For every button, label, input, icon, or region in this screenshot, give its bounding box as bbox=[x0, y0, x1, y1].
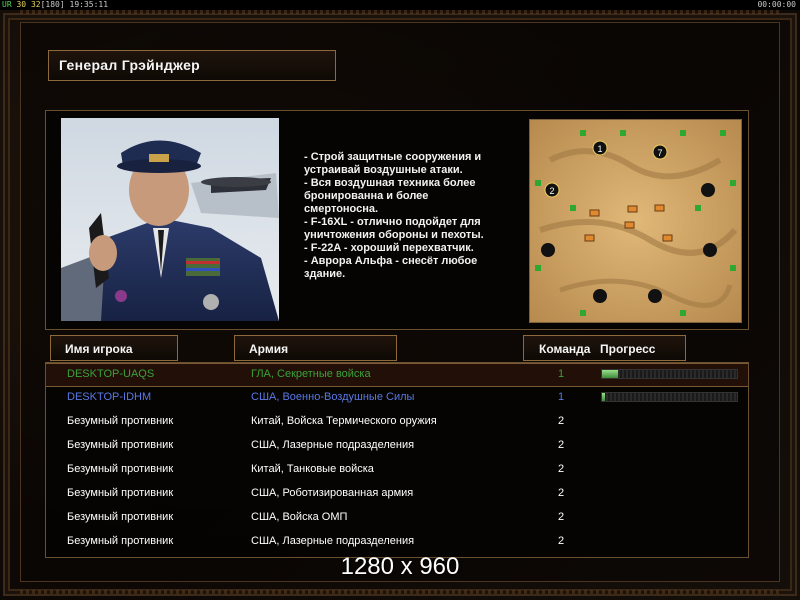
general-title: Генерал Грэйнджер bbox=[59, 57, 201, 73]
player-army: США, Войска ОМП bbox=[251, 511, 348, 523]
game-timer: 00:00:00 bbox=[757, 0, 796, 9]
fps-value-2: 32 bbox=[30, 0, 41, 9]
column-header-team-progress[interactable]: Команда Прогресс bbox=[523, 335, 686, 361]
description-line: уничтожения обороны и пехоты. bbox=[304, 229, 484, 241]
table-row[interactable]: Безумный противник Китай, Войска Термиче… bbox=[46, 411, 748, 435]
player-team: 2 bbox=[558, 511, 565, 523]
player-army: Китай, Танковые войска bbox=[251, 463, 374, 475]
player-name: Безумный противник bbox=[67, 415, 174, 427]
description-line: бронированна и более bbox=[304, 190, 429, 202]
column-header-team-label: Команда bbox=[539, 342, 591, 356]
table-row[interactable]: Безумный противник Китай, Танковые войск… bbox=[46, 459, 748, 483]
description-line: - F-16XL - отлично подойдет для bbox=[304, 216, 481, 228]
status-bar: UR 30 32[180] 19:35:11 00:00:00 bbox=[0, 0, 800, 10]
general-portrait bbox=[61, 118, 279, 321]
description-line: здание. bbox=[304, 268, 346, 280]
player-name: DESKTOP-IDHM bbox=[67, 391, 152, 403]
player-team: 2 bbox=[558, 487, 565, 499]
player-team: 1 bbox=[558, 391, 565, 403]
player-name: DESKTOP-UAQS bbox=[67, 368, 155, 380]
column-header-progress-label: Прогресс bbox=[600, 342, 656, 356]
map-start-label: 2 bbox=[549, 186, 554, 196]
table-row[interactable]: Безумный противник США, Роботизированная… bbox=[46, 483, 748, 507]
description-line: - Строй защитные сооружения и bbox=[304, 151, 482, 163]
player-team: 2 bbox=[558, 415, 565, 427]
column-header-army-label: Армия bbox=[249, 342, 289, 356]
table-row[interactable]: DESKTOP-UAQS ГЛА, Секретные войска 1 bbox=[46, 363, 748, 387]
player-team: 2 bbox=[558, 463, 565, 475]
column-header-player[interactable]: Имя игрока bbox=[50, 335, 178, 361]
bottom-decoration-strip bbox=[20, 590, 780, 594]
general-title-panel: Генерал Грэйнджер bbox=[48, 50, 336, 81]
player-army: Китай, Войска Термического оружия bbox=[251, 415, 437, 427]
player-name: Безумный противник bbox=[67, 535, 174, 547]
fps-readout: UR 30 32[180] 19:35:11 bbox=[2, 0, 108, 9]
map-start-label: 7 bbox=[657, 148, 662, 158]
clock: 19:35:11 bbox=[69, 0, 109, 9]
progress-bar bbox=[601, 392, 738, 402]
player-team: 2 bbox=[558, 535, 565, 547]
description-line: - Аврора Альфа - снесёт любое bbox=[304, 255, 478, 267]
description-line: смертоносна. bbox=[304, 203, 379, 215]
bracket-value: [180] bbox=[40, 0, 65, 9]
general-description: - Строй защитные сооружения и устраивай … bbox=[304, 151, 519, 281]
resolution-label: 1280 x 960 bbox=[340, 553, 460, 580]
player-name: Безумный противник bbox=[67, 463, 174, 475]
progress-bar bbox=[601, 369, 738, 379]
table-row[interactable]: Безумный противник США, Войска ОМП 2 bbox=[46, 507, 748, 531]
general-info-panel: - Строй защитные сооружения и устраивай … bbox=[45, 110, 749, 330]
table-row[interactable]: DESKTOP-IDHM США, Военно-Воздушные Силы … bbox=[46, 387, 748, 411]
player-army: США, Лазерные подразделения bbox=[251, 535, 415, 547]
player-team: 1 bbox=[558, 368, 565, 380]
players-table: DESKTOP-UAQS ГЛА, Секретные войска 1 DES… bbox=[45, 362, 749, 558]
player-army: США, Лазерные подразделения bbox=[251, 439, 415, 451]
column-header-player-label: Имя игрока bbox=[65, 342, 133, 356]
player-name: Безумный противник bbox=[67, 487, 174, 499]
progress-fill bbox=[602, 393, 605, 401]
top-decoration-strip bbox=[20, 10, 780, 14]
ur-label: UR bbox=[2, 0, 12, 9]
description-line: устраивай воздушные атаки. bbox=[304, 164, 463, 176]
column-header-army[interactable]: Армия bbox=[234, 335, 397, 361]
table-row[interactable]: Безумный противник США, Лазерные подразд… bbox=[46, 435, 748, 459]
player-name: Безумный противник bbox=[67, 439, 174, 451]
description-line: - Вся воздушная техника более bbox=[304, 177, 476, 189]
progress-fill bbox=[602, 370, 619, 378]
description-line: - F-22A - хороший перехватчик. bbox=[304, 242, 474, 254]
player-name: Безумный противник bbox=[67, 511, 174, 523]
table-row[interactable]: Безумный противник США, Лазерные подразд… bbox=[46, 531, 748, 555]
fps-value-1: 30 bbox=[16, 0, 27, 9]
map-preview: 1 7 2 bbox=[529, 119, 742, 323]
map-start-label: 1 bbox=[597, 144, 602, 154]
player-army: США, Военно-Воздушные Силы bbox=[251, 391, 415, 403]
map-preview-image: 1 7 2 bbox=[530, 120, 741, 322]
player-team: 2 bbox=[558, 439, 565, 451]
player-army: ГЛА, Секретные войска bbox=[251, 368, 371, 380]
player-army: США, Роботизированная армия bbox=[251, 487, 414, 499]
general-portrait-image bbox=[61, 118, 279, 321]
